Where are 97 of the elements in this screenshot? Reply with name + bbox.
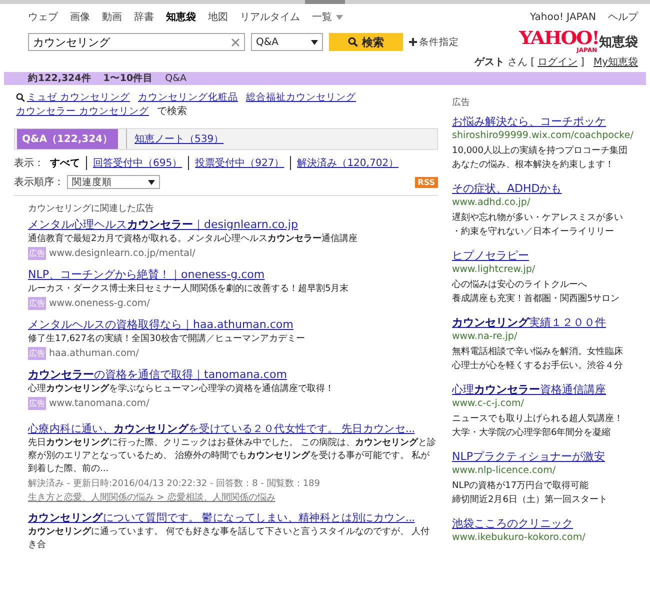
search-suffix: で検索	[157, 104, 188, 118]
question-title-link[interactable]: 心療内科に通い、カウンセリングを受けている２０代女性です。 先日カウンセ...	[28, 422, 415, 436]
ad-url: www.lightcrew.jp/	[452, 264, 536, 275]
ad-url: www.oneness-g.com/	[49, 298, 150, 309]
ad-description: 締切間近2月6日（土）第一回スタート	[452, 494, 608, 507]
filter-option[interactable]: 解決済み（120,702）	[290, 156, 405, 170]
ad-badge: 広告	[28, 297, 46, 310]
question-title-link[interactable]: カウンセリングについて質問です。 鬱になってしまい、精神科とは別にカウン...	[28, 511, 415, 525]
filter-label: 表示：	[14, 156, 44, 170]
ad-title-link[interactable]: カウンセラーの資格を通信で取得｜tanomana.com	[28, 368, 287, 382]
scope-select[interactable]: Q&A	[251, 33, 323, 51]
search-icon	[16, 93, 25, 102]
ad-url: www.tanomana.com/	[49, 398, 150, 409]
search-box[interactable]: カウンセリング	[28, 33, 245, 51]
nav-link[interactable]: 知恵袋	[166, 10, 196, 24]
ad-description: 養成講座も充実！首都圏・関西圏5サロン	[452, 292, 620, 306]
ad-title-link[interactable]: お悩み解決なら、コーチポッケ	[452, 114, 606, 129]
user-name: ゲスト	[474, 56, 505, 69]
related-search-link[interactable]: 総合福祉カウンセリング	[246, 91, 356, 104]
related-search-link[interactable]: ミュゼ カウンセリング	[27, 91, 130, 104]
user-suffix: さん	[508, 56, 528, 69]
ad-description: 心理士が心を軽くするお手伝い。渋谷４分	[452, 360, 623, 373]
clear-icon[interactable]	[231, 38, 240, 46]
ad-description: 遅刻や忘れ物が多い・ケアレスミスが多い	[452, 211, 623, 225]
ad-description: 大学・大学院の心理学部6年間分を凝縮	[452, 426, 611, 440]
ads-heading: 広告	[452, 96, 471, 109]
ad-title-link[interactable]: ヒプノセラピー	[452, 248, 529, 263]
header-link[interactable]: Yahoo! JAPAN	[530, 12, 596, 22]
ad-url: www.na-re.jp/	[452, 331, 518, 342]
question-meta: 解決済み - 更新日時:2016/04/13 20:22:32 - 回答数：8 - 閲覧数：189	[28, 478, 320, 490]
search-field[interactable]: カウンセリング	[33, 36, 231, 48]
ad-url: www.designlearn.co.jp/mental/	[49, 248, 196, 259]
logo-wordmark[interactable]: YAHOO!	[519, 30, 599, 48]
ad-title-link[interactable]: NLPプラクティショナーが激安	[452, 449, 605, 464]
nav-link[interactable]: 地図	[208, 10, 228, 24]
ad-description: 心の悩みは安心のライトクルーへ	[452, 278, 587, 292]
ad-description: あなたの悩み、根本解決を約束します！	[452, 158, 614, 172]
ad-url: haa.athuman.com/	[49, 348, 139, 359]
ad-badge: 広告	[28, 347, 46, 360]
ad-description: 心理カウンセリングを学ぶならヒューマン心理学の資格を通信講座で取得！	[28, 383, 334, 396]
nav-link[interactable]: 辞書	[134, 10, 154, 24]
caret-icon	[311, 40, 318, 44]
related-search-link[interactable]: カウンセラー カウンセリング	[16, 104, 150, 118]
question-excerpt: カウンセリングに通っています。 何でも好きな事を話して下さいと言うスタイルなのですが、 人付き合	[28, 526, 431, 552]
header-link[interactable]: ヘルプ	[608, 10, 638, 24]
ad-title-link[interactable]: カウンセリング実績１２００件	[452, 315, 606, 330]
ad-title-link[interactable]: 心理カウンセラー資格通信講座	[452, 382, 606, 397]
plus-icon	[409, 38, 417, 46]
sort-select[interactable]: 関連度順	[67, 175, 160, 189]
ad-description: 無料電話相談で辛い悩みを解消。女性臨床	[452, 346, 623, 359]
nav-link[interactable]: 動画	[102, 10, 122, 24]
ad-url: www.ikebukuro-kokoro.com/	[452, 532, 586, 543]
nav-link[interactable]: ウェブ	[28, 10, 58, 24]
result-count: 約122,324件	[28, 72, 92, 85]
ad-title-link[interactable]: NLP、コーチングから絶賛！｜oneness-g.com	[28, 268, 265, 282]
login-link[interactable]: ログイン	[538, 55, 578, 69]
bracket-text: [	[530, 56, 535, 68]
filter-option[interactable]: 投票受付中（927）	[188, 156, 290, 170]
my-page-link[interactable]: My知恵袋	[593, 55, 638, 69]
caret-icon	[148, 180, 155, 184]
advanced-search-link[interactable]: 条件指定	[409, 36, 459, 48]
bracket-text: ]	[580, 56, 584, 68]
ad-title-link[interactable]: 池袋こころのクリニック	[452, 516, 573, 531]
ad-title-link[interactable]: メンタルヘルスの資格取得なら｜haa.athuman.com	[28, 318, 294, 332]
ad-description: ニュースでも取り上げられる超人気講座！	[452, 412, 623, 426]
filter-option[interactable]: 回答受付中（695）	[86, 156, 188, 170]
search-button[interactable]: 検索	[329, 33, 403, 51]
result-range: 1〜10件目	[103, 72, 154, 85]
ad-badge: 広告	[28, 247, 46, 260]
sort-label: 表示順序：	[14, 176, 64, 189]
question-excerpt: 先日カウンセリングに行った際、クリニックはお昼休み中でした。 この病院は、カウンセリングと診察が別のエリアとなっているため、 治療外の時間でもカウンセリングを受ける事が可能です。 私が到着した際、前の...	[28, 437, 437, 476]
ad-description: 通信教育で最短2カ月で資格が取れる。メンタル心理ヘルスカウンセラー通信講座	[28, 233, 358, 246]
ad-url: www.nlp-licence.com/	[452, 465, 556, 476]
search-icon	[348, 37, 358, 47]
related-search-link[interactable]: カウンセリング化粧品	[138, 91, 238, 104]
caret-icon	[336, 14, 343, 20]
ad-url: www.adhd.co.jp/	[452, 197, 530, 208]
result-type: Q&A	[165, 73, 187, 84]
ad-description: 10,000人以上の実績を持つプロコーチ集団	[452, 144, 628, 158]
category-link[interactable]: 生き方と恋愛、人間関係の悩み > 恋愛相談、人間関係の悩み	[28, 491, 276, 504]
service-name: 知恵袋	[599, 34, 638, 51]
ad-description: 修了生17,627名の実績！全国30校舎で開講／ヒューマンアカデミー	[28, 333, 305, 346]
filter-option[interactable]: すべて	[44, 156, 86, 170]
tab[interactable]: Q&A（122,324）	[17, 129, 118, 149]
ad-description: ルーカス・ダークス博士来日セミナー人間関係を劇的に改善する！超早割5月末	[28, 283, 349, 296]
nav-link[interactable]: リアルタイム	[240, 10, 300, 24]
tab[interactable]: 知恵ノート（539）	[126, 129, 229, 149]
nav-link[interactable]: 画像	[70, 10, 90, 24]
ad-badge: 広告	[28, 397, 46, 410]
ad-description: ・約束を守れない／日本イーライリリー	[452, 226, 614, 239]
more-menu[interactable]: 一覧	[312, 10, 343, 24]
ad-title-link[interactable]: メンタル心理ヘルスカウンセラー｜designlearn.co.jp	[28, 218, 298, 232]
ads-heading: カウンセリングに関連した広告	[28, 202, 155, 215]
ad-description: NLPの資格が17万円台で取得可能	[452, 480, 589, 493]
ad-title-link[interactable]: その症状、ADHDかも	[452, 181, 562, 196]
ad-url: shiroshiro99999.wix.com/coachpocke/	[452, 130, 634, 141]
ad-url: www.c-c-j.com/	[452, 398, 524, 409]
